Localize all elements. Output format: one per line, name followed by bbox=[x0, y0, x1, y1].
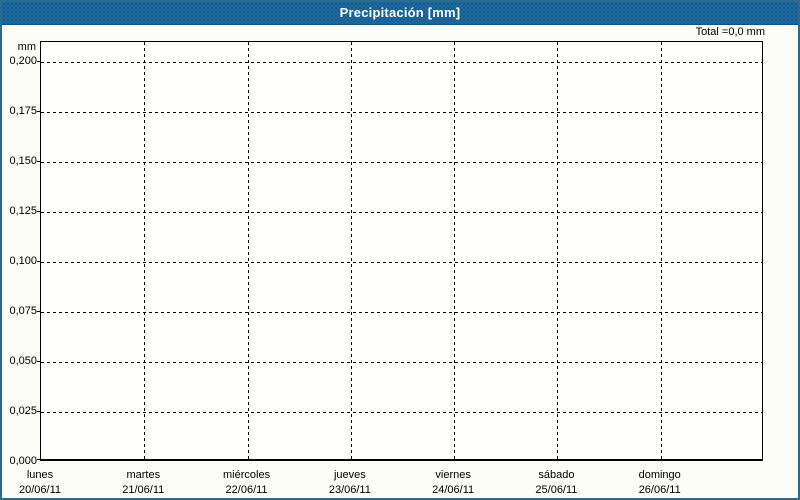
x-gridline bbox=[248, 42, 249, 459]
x-gridline bbox=[661, 42, 662, 459]
total-label: Total =0,0 mm bbox=[695, 26, 765, 38]
y-tick-mark bbox=[37, 161, 40, 162]
y-tick-mark bbox=[37, 411, 40, 412]
y-tick-mark bbox=[37, 61, 40, 62]
x-day-label: miércoles bbox=[223, 469, 271, 481]
y-gridline bbox=[41, 212, 762, 213]
x-day-label: martes bbox=[126, 469, 161, 481]
y-gridline bbox=[41, 412, 762, 413]
y-gridline bbox=[41, 162, 762, 163]
y-gridline bbox=[41, 312, 762, 313]
x-day-label: jueves bbox=[333, 469, 366, 481]
x-date-label: 22/06/11 bbox=[225, 484, 268, 496]
y-tick-mark bbox=[37, 459, 40, 460]
plot-area bbox=[40, 41, 763, 461]
y-tick-label: 0,025 bbox=[9, 405, 37, 417]
y-tick-label: 0,075 bbox=[9, 305, 37, 317]
y-axis-unit-label: mm bbox=[17, 41, 36, 53]
y-tick-label: 0,150 bbox=[9, 155, 37, 167]
x-gridline bbox=[144, 42, 145, 459]
y-tick-mark bbox=[37, 211, 40, 212]
y-gridline bbox=[41, 62, 762, 63]
y-tick-label: 0,125 bbox=[9, 205, 37, 217]
y-tick-mark bbox=[37, 311, 40, 312]
x-date-label: 24/06/11 bbox=[432, 484, 475, 496]
x-day-label: lunes bbox=[26, 469, 54, 481]
x-gridline bbox=[557, 42, 558, 459]
y-tick-mark bbox=[37, 261, 40, 262]
x-date-label: 26/06/11 bbox=[638, 484, 681, 496]
y-gridline bbox=[41, 362, 762, 363]
y-tick-mark bbox=[37, 111, 40, 112]
y-gridline bbox=[41, 262, 762, 263]
x-gridline bbox=[454, 42, 455, 459]
chart-title: Precipitación [mm] bbox=[339, 5, 461, 20]
chart-window: Precipitación [mm] Total =0,0 mm mm 0,20… bbox=[0, 0, 800, 500]
x-date-label: 23/06/11 bbox=[328, 484, 371, 496]
y-tick-label: 0,100 bbox=[9, 255, 37, 267]
y-tick-mark bbox=[37, 361, 40, 362]
y-tick-label: 0,200 bbox=[9, 55, 37, 67]
y-tick-label: 0,000 bbox=[9, 455, 37, 467]
y-tick-label: 0,175 bbox=[9, 105, 37, 117]
x-date-label: 25/06/11 bbox=[535, 484, 578, 496]
x-date-label: 20/06/11 bbox=[18, 484, 61, 496]
y-tick-label: 0,050 bbox=[9, 355, 37, 367]
y-gridline bbox=[41, 112, 762, 113]
x-day-label: sábado bbox=[538, 469, 575, 481]
x-gridline bbox=[351, 42, 352, 459]
x-day-label: viernes bbox=[435, 469, 471, 481]
x-date-label: 21/06/11 bbox=[122, 484, 165, 496]
chart-canvas: Total =0,0 mm mm 0,200 0,175 0,150 0,125 0,1… bbox=[2, 25, 798, 498]
x-day-label: domingo bbox=[638, 469, 681, 481]
title-bar: Precipitación [mm] bbox=[2, 2, 798, 25]
